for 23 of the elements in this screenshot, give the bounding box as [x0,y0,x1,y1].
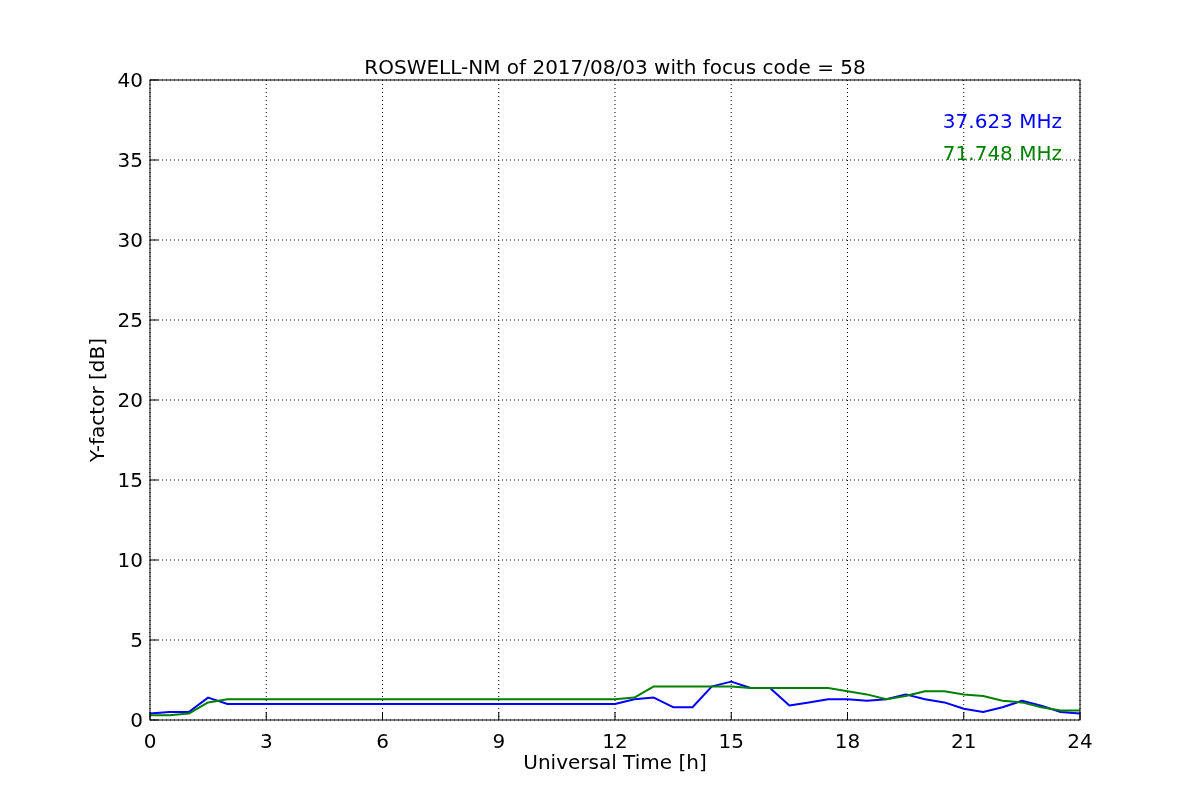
legend-label: 37.623 MHz [942,109,1062,133]
x-tick-label: 24 [1067,729,1093,753]
x-tick-label: 15 [718,729,744,753]
legend-label: 71.748 MHz [942,141,1062,165]
x-tick-label: 3 [259,729,273,753]
x-tick-label: 18 [834,729,861,753]
y-tick-label: 20 [117,388,143,412]
y-tick-label: 5 [130,628,143,652]
y-tick-label: 0 [130,708,143,732]
x-tick-label: 12 [602,729,628,753]
y-tick-label: 25 [117,308,143,332]
y-tick-label: 35 [117,148,143,172]
x-tick-label: 21 [951,729,977,753]
x-axis-label: Universal Time [h] [523,750,707,774]
y-tick-label: 30 [117,228,143,252]
x-tick-label: 0 [143,729,157,753]
y-tick-label: 15 [117,468,143,492]
chart-title: ROSWELL-NM of 2017/08/03 with focus code = 58 [364,55,866,79]
x-tick-label: 9 [492,729,506,753]
x-tick-label: 6 [376,729,389,753]
y-axis-label: Y-factor [dB] [85,338,109,462]
y-tick-label: 40 [117,68,143,92]
y-tick-label: 10 [117,548,143,572]
